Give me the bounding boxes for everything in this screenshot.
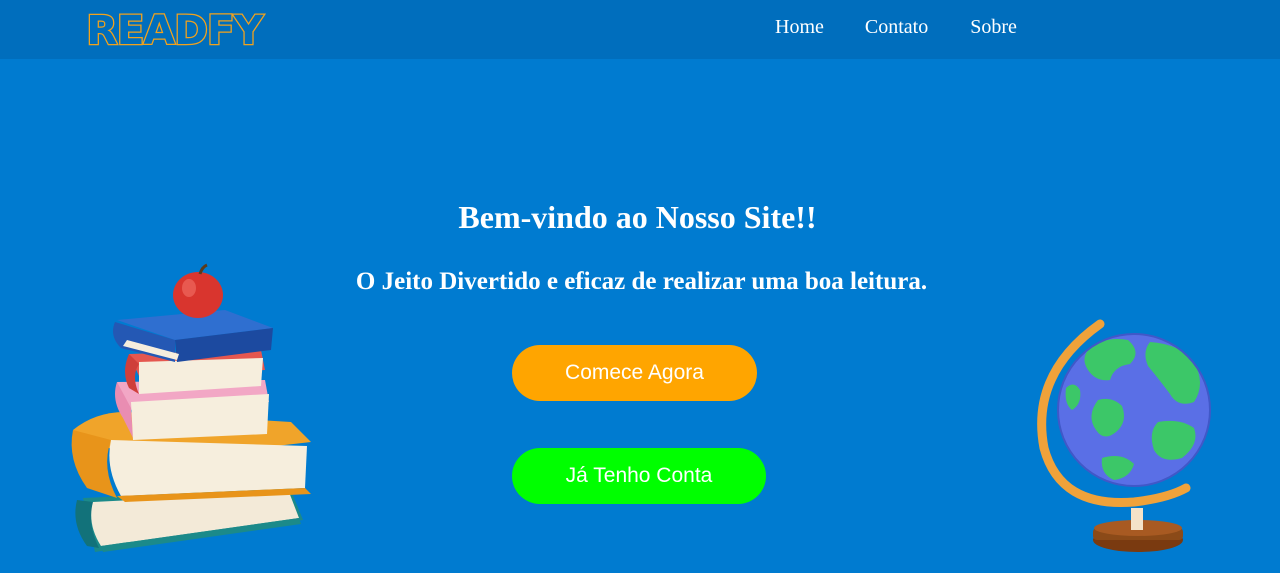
readfy-logo[interactable]: READFY	[85, 8, 265, 55]
have-account-button[interactable]: Já Tenho Conta	[512, 448, 766, 504]
navbar: READFY Home Contato Sobre	[0, 0, 1280, 59]
globe-illustration	[1037, 319, 1211, 552]
nav-link-home[interactable]: Home	[775, 15, 824, 39]
nav-link-sobre[interactable]: Sobre	[970, 15, 1017, 39]
start-now-button[interactable]: Comece Agora	[512, 345, 757, 401]
apple-icon	[173, 263, 223, 318]
nav-links: Home Contato Sobre	[775, 15, 1017, 39]
books-illustration	[71, 263, 311, 552]
nav-link-contato[interactable]: Contato	[865, 15, 928, 39]
welcome-title: Bem-vindo ao Nosso Site!!	[458, 199, 817, 235]
